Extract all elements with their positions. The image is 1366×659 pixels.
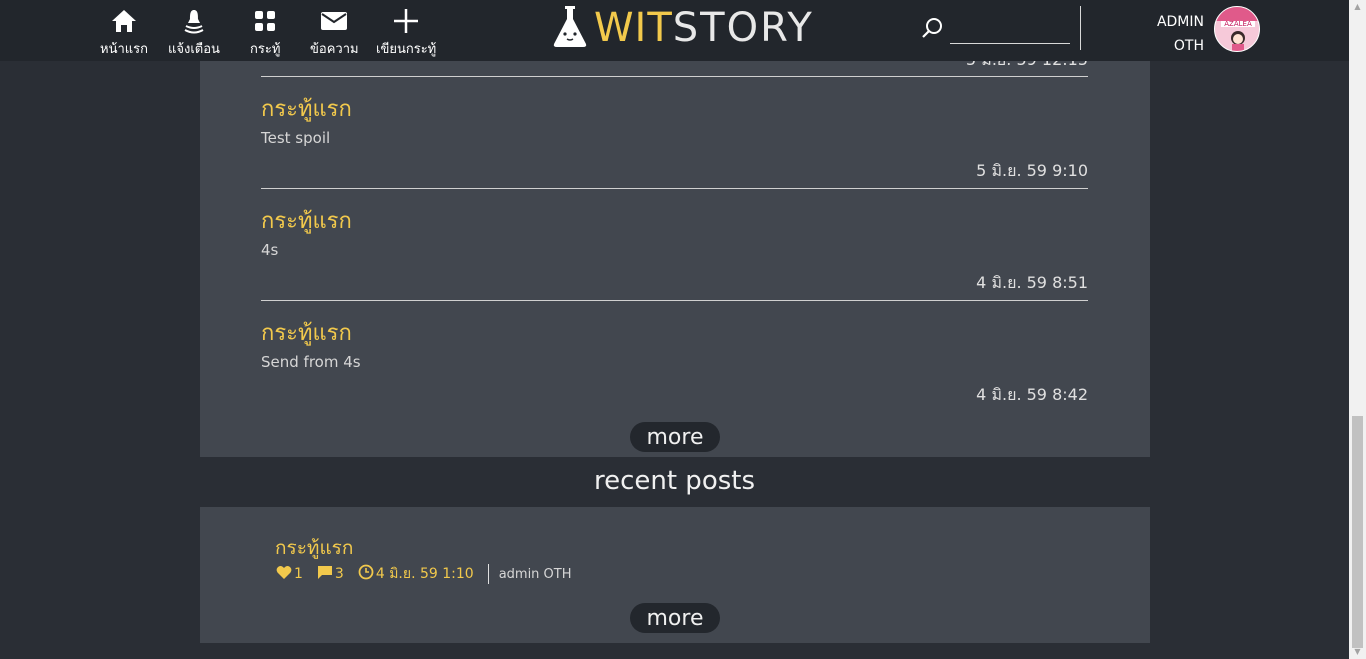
scrollbar[interactable]: ▲ ▼ xyxy=(1349,0,1366,659)
avatar[interactable]: AZALEA xyxy=(1214,6,1260,52)
nav-messages-label: ข้อความ xyxy=(310,42,359,57)
flask-icon xyxy=(552,4,588,52)
post-time: 4 มิ.ย. 59 1:10 xyxy=(358,563,474,585)
notification-body: Send from 4s xyxy=(261,353,361,371)
likes-count: 1 xyxy=(294,566,303,582)
notification-body: 4s xyxy=(261,241,279,259)
nav-notifications[interactable]: แจ้งเตือน xyxy=(168,6,220,59)
meta-divider xyxy=(487,564,489,584)
top-navbar: หน้าแรก แจ้งเตือน กระทู้ ข้อความ เขียนกร… xyxy=(0,0,1349,61)
notification-title[interactable]: กระทู้แรก xyxy=(261,315,352,350)
nav-write-post-label: เขียนกระทู้ xyxy=(376,42,437,57)
recent-posts-heading: recent posts xyxy=(593,466,756,496)
recent-post-title[interactable]: กระทู้แรก xyxy=(275,533,353,563)
notification-date: 5 มิ.ย. 59 9:10 xyxy=(976,161,1088,180)
likes[interactable]: 1 xyxy=(276,565,303,584)
comment-icon xyxy=(317,565,333,584)
recent-post-meta: 1 3 4 มิ.ย. 59 1:10 admin OTH xyxy=(276,563,572,585)
nav-notifications-label: แจ้งเตือน xyxy=(168,42,220,57)
home-icon xyxy=(110,6,138,36)
notification-title[interactable]: กระทู้แรก xyxy=(261,91,352,126)
recent-more-button[interactable]: more xyxy=(630,603,720,633)
notification-item[interactable]: กระทู้แรก Send from 4s 4 มิ.ย. 59 8:42 xyxy=(261,301,1088,413)
nav-messages[interactable]: ข้อความ xyxy=(310,6,359,59)
logo-text-story: STORY xyxy=(672,5,814,51)
comments[interactable]: 3 xyxy=(317,565,344,584)
recent-posts-panel: กระทู้แรก 1 3 4 มิ.ย. 59 1:10 admin OTH … xyxy=(200,507,1150,643)
search-input[interactable] xyxy=(950,14,1070,44)
post-author[interactable]: admin OTH xyxy=(499,567,572,582)
envelope-icon xyxy=(320,6,348,36)
notification-icon xyxy=(182,6,206,36)
notifications-panel: 5 มิ.ย. 59 12:15 กระทู้แรก Test spoil 5 … xyxy=(200,0,1150,457)
site-logo[interactable]: WIT STORY xyxy=(552,4,814,52)
avatar-text: AZALEA xyxy=(1224,20,1252,28)
header-divider xyxy=(1080,6,1081,50)
notification-date: 4 มิ.ย. 59 8:42 xyxy=(976,385,1088,404)
user-name-line1: ADMIN xyxy=(1156,14,1204,30)
notification-body: Test spoil xyxy=(261,129,331,147)
nav-boards[interactable]: กระทู้ xyxy=(250,6,280,59)
notification-title[interactable]: กระทู้แรก xyxy=(261,203,352,238)
post-date: 4 มิ.ย. 59 1:10 xyxy=(375,566,474,582)
comments-count: 3 xyxy=(334,566,344,582)
nav-write-post[interactable]: เขียนกระทู้ xyxy=(376,6,436,59)
clock-icon xyxy=(358,564,374,584)
notification-date: 4 มิ.ย. 59 8:51 xyxy=(976,273,1088,292)
scroll-down-arrow[interactable]: ▼ xyxy=(1349,645,1366,659)
heart-icon xyxy=(276,565,292,584)
search-icon[interactable] xyxy=(920,16,944,44)
plus-icon xyxy=(392,6,420,36)
notification-item[interactable]: กระทู้แรก Test spoil 5 มิ.ย. 59 9:10 xyxy=(261,77,1088,189)
user-name[interactable]: ADMIN OTH xyxy=(1157,10,1204,58)
notification-item[interactable]: กระทู้แรก 4s 4 มิ.ย. 59 8:51 xyxy=(261,189,1088,301)
logo-text-wit: WIT xyxy=(594,5,673,51)
scroll-thumb[interactable] xyxy=(1352,416,1363,648)
scroll-up-arrow[interactable]: ▲ xyxy=(1349,0,1366,14)
nav-home[interactable]: หน้าแรก xyxy=(100,6,148,59)
nav-home-label: หน้าแรก xyxy=(100,42,148,57)
notifications-more-button[interactable]: more xyxy=(630,422,720,452)
user-name-line2: OTH xyxy=(1173,38,1204,54)
grid-icon xyxy=(254,6,276,36)
nav-boards-label: กระทู้ xyxy=(250,42,281,57)
